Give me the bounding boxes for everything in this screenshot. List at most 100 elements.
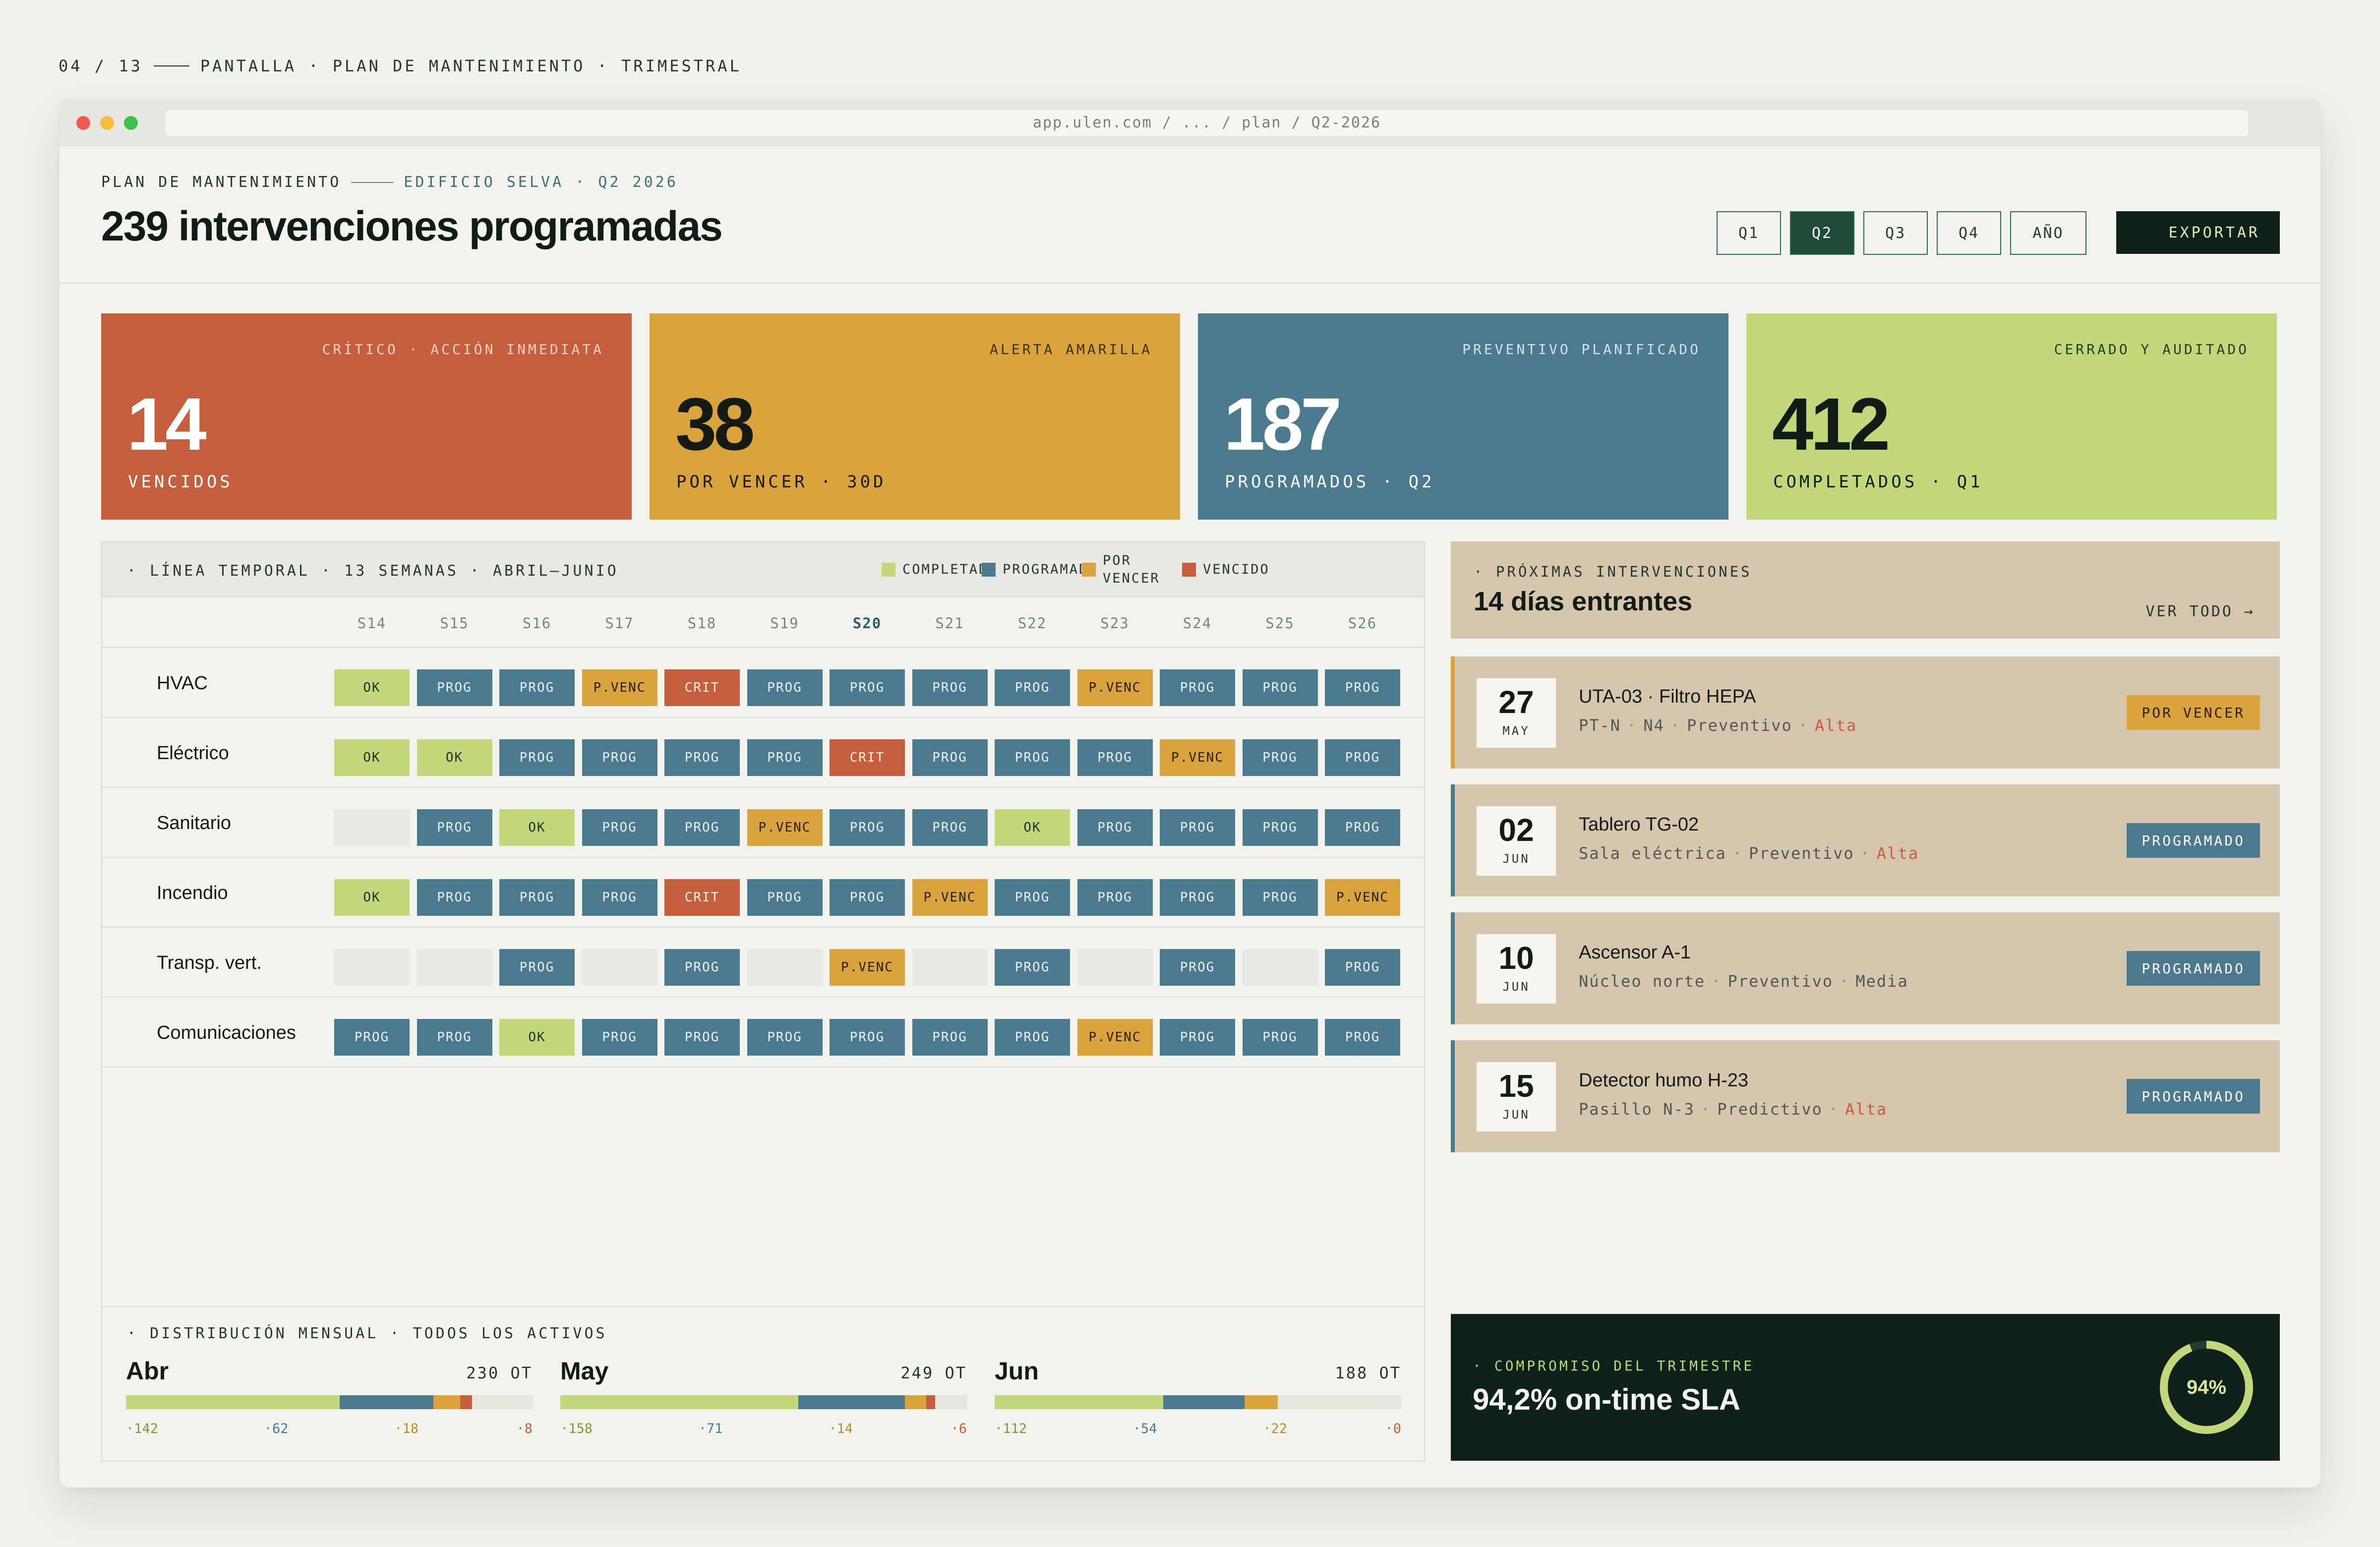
timeline-cell-prog[interactable]: PROG — [1160, 809, 1235, 846]
timeline-cell-ok[interactable]: OK — [995, 809, 1070, 846]
timeline-cell-pvenc[interactable]: P.VENC — [747, 809, 823, 846]
date-badge: 10 JUN — [1477, 934, 1556, 1004]
timeline-cell-prog[interactable]: PROG — [416, 669, 492, 706]
timeline-cell-ok[interactable]: OK — [334, 669, 410, 706]
period-button-q4[interactable]: Q4 — [1937, 211, 2001, 255]
legend-item: PROGRAMADO — [982, 561, 1097, 579]
timeline-cell-prog[interactable]: PROG — [664, 949, 740, 986]
period-button-año[interactable]: AÑO — [2010, 211, 2086, 255]
timeline-cell-prog[interactable]: PROG — [1242, 809, 1318, 846]
timeline-cell-prog[interactable]: PROG — [912, 1019, 988, 1056]
timeline-cell-prog[interactable]: PROG — [416, 809, 492, 846]
timeline-cell-prog[interactable]: PROG — [830, 669, 905, 706]
timeline-cell-prog[interactable]: PROG — [995, 669, 1070, 706]
close-window-dot[interactable] — [76, 116, 90, 130]
timeline-cell-crit[interactable]: CRIT — [664, 669, 740, 706]
timeline-cell-prog[interactable]: PROG — [830, 879, 905, 916]
timeline-cell-prog[interactable]: PROG — [1325, 739, 1400, 776]
timeline-cell-prog[interactable]: PROG — [1242, 879, 1318, 916]
timeline-cell-prog[interactable]: PROG — [747, 739, 823, 776]
timeline-cell-pvenc[interactable]: P.VENC — [912, 879, 988, 916]
timeline-cell-ok[interactable]: OK — [334, 879, 410, 916]
timeline-cell-ok[interactable]: OK — [416, 739, 492, 776]
timeline-cell-prog[interactable]: PROG — [747, 879, 823, 916]
view-all-link[interactable]: VER TODO → — [2145, 603, 2255, 620]
timeline-cell-prog[interactable]: PROG — [995, 949, 1070, 986]
upcoming-item[interactable]: 02 JUN Tablero TG-02 Sala eléctrica · Prevent… — [1451, 784, 2280, 896]
timeline-cell-pvenc[interactable]: P.VENC — [830, 949, 905, 986]
timeline-cell-crit[interactable]: CRIT — [664, 879, 740, 916]
timeline-cell-pvenc[interactable]: P.VENC — [1077, 1019, 1153, 1056]
upcoming-item[interactable]: 15 JUN Detector humo H-23 Pasillo N-3 · Predi… — [1451, 1040, 2280, 1152]
period-button-q3[interactable]: Q3 — [1863, 211, 1928, 255]
timeline-cell-ok[interactable]: OK — [499, 809, 575, 846]
export-button[interactable]: EXPORTAR — [2116, 211, 2280, 254]
timeline-cell-prog[interactable]: PROG — [1160, 1019, 1235, 1056]
timeline-cell-prog[interactable]: PROG — [1160, 949, 1235, 986]
timeline-cell-prog[interactable]: PROG — [747, 1019, 823, 1056]
month-name: Jun — [995, 1357, 1039, 1385]
kpi-card[interactable]: ALERTA AMARILLA 38 POR VENCER · 30D — [650, 313, 1180, 520]
maximize-window-dot[interactable] — [124, 116, 138, 130]
timeline-cell-prog[interactable]: PROG — [1325, 1019, 1400, 1056]
timeline-cell-pvenc[interactable]: P.VENC — [1325, 879, 1400, 916]
timeline-cell-prog[interactable]: PROG — [664, 1019, 740, 1056]
timeline-cell-prog[interactable]: PROG — [582, 809, 657, 846]
sla-eyebrow: · COMPROMISO DEL TRIMESTRE — [1473, 1358, 1755, 1374]
timeline-cell-prog[interactable]: PROG — [582, 879, 657, 916]
timeline-cell-pvenc[interactable]: P.VENC — [582, 669, 657, 706]
timeline-cell-prog[interactable]: PROG — [1160, 669, 1235, 706]
month-count-completed: ·158 — [560, 1421, 593, 1436]
period-button-q1[interactable]: Q1 — [1717, 211, 1781, 255]
timeline-cell-prog[interactable]: PROG — [334, 1019, 410, 1056]
timeline-cell-prog[interactable]: PROG — [499, 669, 575, 706]
timeline-cell-pvenc[interactable]: P.VENC — [1160, 739, 1235, 776]
timeline-cell-prog[interactable]: PROG — [1325, 809, 1400, 846]
timeline-cell-prog[interactable]: PROG — [830, 1019, 905, 1056]
timeline-cell-prog[interactable]: PROG — [912, 669, 988, 706]
timeline-cell-prog[interactable]: PROG — [912, 809, 988, 846]
timeline-cell-prog[interactable]: PROG — [1242, 1019, 1318, 1056]
timeline-cell-prog[interactable]: PROG — [995, 1019, 1070, 1056]
timeline-cell-prog[interactable]: PROG — [1325, 669, 1400, 706]
month-count-completed: ·112 — [995, 1421, 1027, 1436]
timeline-cell-prog[interactable]: PROG — [416, 879, 492, 916]
task-title: UTA-03 · Filtro HEPA — [1579, 686, 1756, 707]
timeline-cell-prog[interactable]: PROG — [1242, 739, 1318, 776]
timeline-cell-prog[interactable]: PROG — [499, 739, 575, 776]
upcoming-item[interactable]: 27 MAY UTA-03 · Filtro HEPA PT-N · N4 · Prevent… — [1451, 656, 2280, 769]
timeline-cell-prog[interactable]: PROG — [664, 809, 740, 846]
timeline-cell-prog[interactable]: PROG — [830, 809, 905, 846]
timeline-cell-prog[interactable]: PROG — [912, 739, 988, 776]
meta-separator: · — [1860, 844, 1871, 863]
timeline-cell-crit[interactable]: CRIT — [830, 739, 905, 776]
date-day: 15 — [1498, 1068, 1534, 1104]
minimize-window-dot[interactable] — [100, 116, 114, 130]
timeline-cell-prog[interactable]: PROG — [416, 1019, 492, 1056]
timeline-cell-prog[interactable]: PROG — [1242, 669, 1318, 706]
timeline-cell-prog[interactable]: PROG — [499, 949, 575, 986]
address-bar[interactable]: app.ulen.com / ... / plan / Q2-2026 — [166, 110, 2248, 136]
bar-segment-due — [1245, 1395, 1278, 1409]
timeline-cell-prog[interactable]: PROG — [1077, 809, 1153, 846]
period-button-q2[interactable]: Q2 — [1790, 211, 1854, 255]
kpi-card[interactable]: PREVENTIVO PLANIFICADO 187 PROGRAMADOS · Q… — [1198, 313, 1728, 520]
timeline-cell-prog[interactable]: PROG — [582, 739, 657, 776]
kpi-card[interactable]: CRÍTICO · ACCIÓN INMEDIATA 14 VENCIDOS — [101, 313, 632, 520]
timeline-cell-ok[interactable]: OK — [334, 739, 410, 776]
timeline-cell-prog[interactable]: PROG — [747, 669, 823, 706]
timeline-cell-prog[interactable]: PROG — [499, 879, 575, 916]
timeline-cell-prog[interactable]: PROG — [582, 1019, 657, 1056]
upcoming-item[interactable]: 10 JUN Ascensor A-1 Núcleo norte · Preventivo… — [1451, 912, 2280, 1024]
timeline-cell-pvenc[interactable]: P.VENC — [1077, 669, 1153, 706]
timeline-cell-empty — [582, 949, 657, 986]
kpi-card[interactable]: CERRADO Y AUDITADO 412 COMPLETADOS · Q1 — [1746, 313, 2277, 520]
timeline-cell-prog[interactable]: PROG — [1077, 739, 1153, 776]
timeline-cell-prog[interactable]: PROG — [664, 739, 740, 776]
timeline-cell-prog[interactable]: PROG — [1325, 949, 1400, 986]
timeline-cell-prog[interactable]: PROG — [995, 879, 1070, 916]
timeline-cell-ok[interactable]: OK — [499, 1019, 575, 1056]
timeline-cell-prog[interactable]: PROG — [1077, 879, 1153, 916]
timeline-cell-prog[interactable]: PROG — [995, 739, 1070, 776]
timeline-cell-prog[interactable]: PROG — [1160, 879, 1235, 916]
